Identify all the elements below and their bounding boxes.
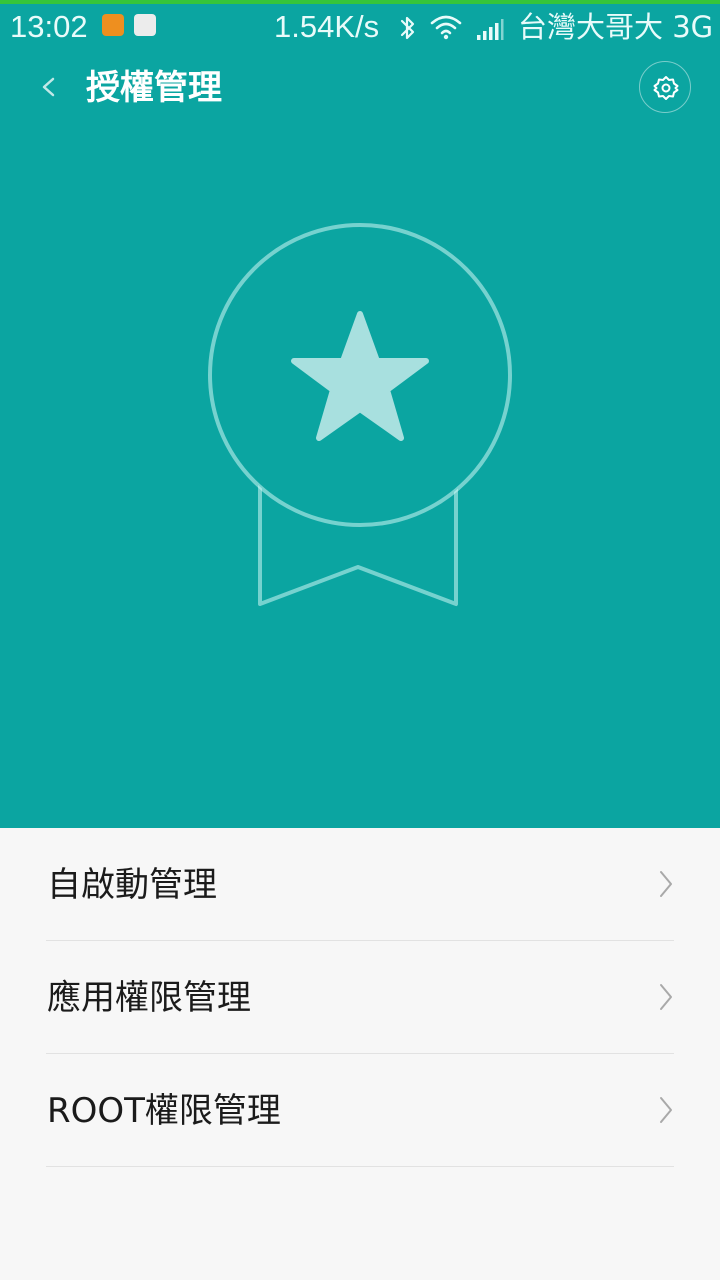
- signal-icon: [477, 19, 504, 40]
- menu-item-label: 自啟動管理: [47, 865, 217, 905]
- gear-icon: [653, 76, 679, 100]
- menu-item-label: ROOT權限管理: [47, 1091, 281, 1131]
- menu-item-root-permissions[interactable]: ROOT權限管理: [46, 1054, 674, 1167]
- permission-menu: 自啟動管理 應用權限管理 ROOT權限管理: [0, 828, 720, 1280]
- medal-star-icon: [208, 223, 512, 606]
- chevron-right-icon: [660, 871, 672, 897]
- permission-management-screen: 13:02 1.54K/s 台灣大哥大 3G 授權管理 自啟動管理 應用權限管理…: [0, 0, 720, 1280]
- notification-app-icon: [102, 14, 124, 36]
- wifi-icon: [430, 15, 462, 40]
- page-title: 授權管理: [86, 68, 222, 108]
- status-time: 13:02: [10, 9, 88, 44]
- menu-item-app-permissions[interactable]: 應用權限管理: [46, 941, 674, 1054]
- qualcomm-app-icon: [134, 14, 156, 36]
- menu-item-label: 應用權限管理: [47, 978, 251, 1018]
- carrier-name: 台灣大哥大 3G: [518, 10, 714, 44]
- bluetooth-icon: [400, 16, 415, 40]
- chevron-right-icon: [660, 984, 672, 1010]
- navigation-bar: 授權管理: [0, 58, 720, 118]
- status-bar: 13:02 1.54K/s 台灣大哥大 3G: [0, 4, 720, 50]
- header-hero: 13:02 1.54K/s 台灣大哥大 3G 授權管理: [0, 0, 720, 828]
- menu-item-autostart[interactable]: 自啟動管理: [46, 828, 674, 941]
- settings-button[interactable]: [639, 61, 691, 113]
- network-speed: 1.54K/s: [274, 9, 380, 44]
- chevron-left-icon[interactable]: [34, 67, 64, 107]
- chevron-right-icon: [660, 1097, 672, 1123]
